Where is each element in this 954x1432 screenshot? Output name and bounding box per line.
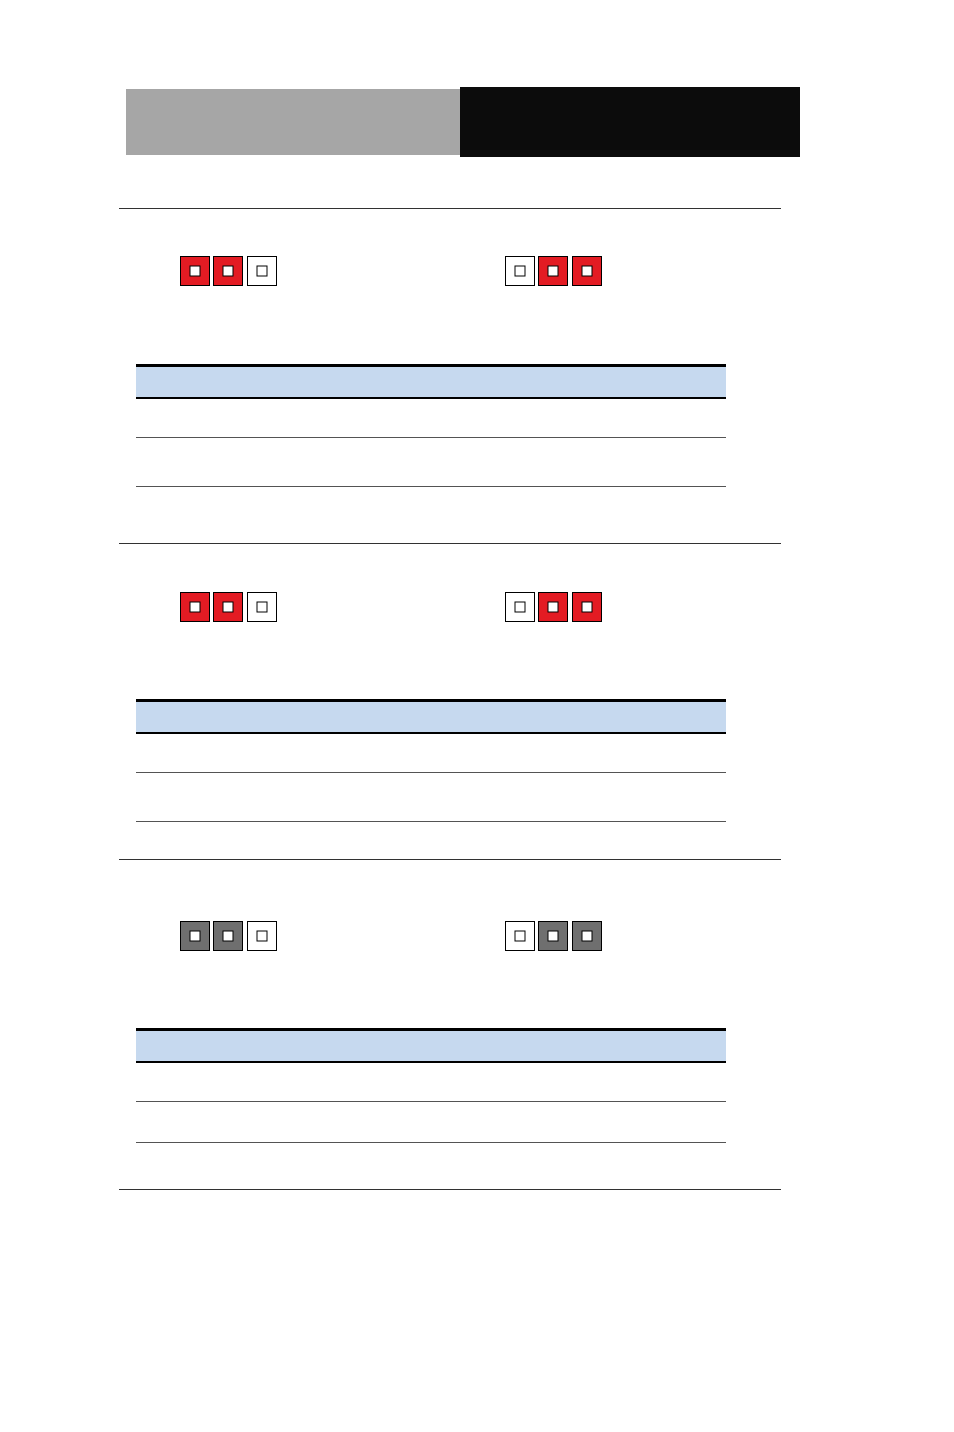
chip-cell [247,592,277,622]
square-icon [515,266,526,277]
chip-cell [213,921,243,951]
chip-cell [247,921,277,951]
square-icon [190,931,201,942]
chip-cell [572,592,602,622]
divider [119,543,781,544]
chip-cell [538,921,568,951]
chip-cell [247,256,277,286]
chip-cell [180,921,210,951]
chip-cell [538,256,568,286]
header-left [126,89,460,155]
chip-cell [505,592,535,622]
table-header-row [136,702,726,734]
table-row-rule [136,1142,726,1143]
square-icon [515,931,526,942]
square-icon [548,266,559,277]
square-icon [223,931,234,942]
table-row-rule [136,1101,726,1102]
square-icon [581,931,592,942]
chip-group-right [505,256,602,286]
table-row-rule [136,772,726,773]
divider [119,208,781,209]
table-block [136,1028,726,1143]
divider [119,1189,781,1190]
chip-cell [572,256,602,286]
chip-group-left [180,921,277,951]
chip-cell [572,921,602,951]
table-header-row [136,367,726,399]
square-icon [256,266,267,277]
chip-cell [538,592,568,622]
chip-group-left [180,592,277,622]
chip-cell [213,256,243,286]
square-icon [548,602,559,613]
square-icon [256,602,267,613]
square-icon [548,931,559,942]
square-icon [256,931,267,942]
table-row-rule [136,821,726,822]
square-icon [223,602,234,613]
header-right [460,87,800,157]
chip-group-right [505,921,602,951]
square-icon [515,602,526,613]
chip-cell [213,592,243,622]
table-block [136,699,726,822]
square-icon [581,266,592,277]
chip-cell [180,256,210,286]
table-row-rule [136,437,726,438]
chip-group-right [505,592,602,622]
chip-cell [505,921,535,951]
table-block [136,364,726,487]
table-row-rule [136,486,726,487]
divider [119,859,781,860]
square-icon [581,602,592,613]
square-icon [223,266,234,277]
square-icon [190,266,201,277]
chip-group-left [180,256,277,286]
table-header-row [136,1031,726,1063]
chip-cell [505,256,535,286]
square-icon [190,602,201,613]
chip-cell [180,592,210,622]
